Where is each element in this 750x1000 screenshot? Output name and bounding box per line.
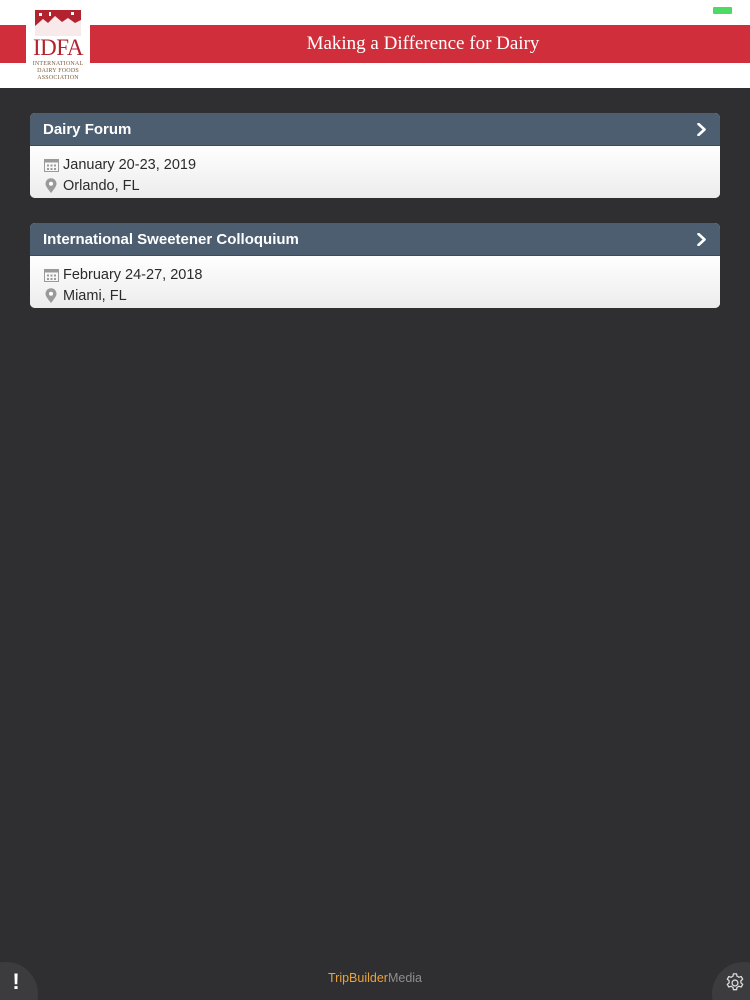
event-date-row: January 20-23, 2019 [43, 154, 720, 175]
event-list: Dairy Forum January 20-23, 2019 Orlando,… [30, 113, 720, 333]
idfa-logo[interactable]: IDFA INTERNATIONAL DAIRY FOODS ASSOCIATI… [26, 6, 90, 82]
event-card[interactable]: International Sweetener Colloquium Febru… [30, 223, 720, 308]
gear-icon[interactable] [724, 972, 746, 994]
logo-line-1: INTERNATIONAL [32, 61, 84, 67]
event-date-row: February 24-27, 2018 [43, 264, 720, 285]
event-title: Dairy Forum [43, 121, 132, 138]
event-location: Miami, FL [63, 287, 127, 304]
event-date: February 24-27, 2018 [63, 266, 203, 283]
event-location-row: Orlando, FL [43, 175, 720, 196]
brand-name-part-2: Media [387, 971, 423, 985]
event-card-header[interactable]: Dairy Forum [30, 113, 720, 146]
event-card[interactable]: Dairy Forum January 20-23, 2019 Orlando,… [30, 113, 720, 198]
logo-line-3: ASSOCIATION [37, 75, 79, 81]
idfa-logo-mark-icon [35, 10, 81, 36]
app-header: Making a Difference for Dairy IDFA INTER… [0, 0, 750, 88]
event-date: January 20-23, 2019 [63, 156, 197, 173]
calendar-icon [44, 158, 59, 172]
event-location: Orlando, FL [63, 177, 140, 194]
exclamation-icon[interactable]: ! [8, 969, 24, 995]
map-pin-icon [45, 177, 57, 193]
battery-indicator [713, 7, 732, 14]
brand-name-part-1: TripBuilder [327, 971, 388, 985]
event-card-body: January 20-23, 2019 Orlando, FL [30, 146, 720, 198]
chevron-right-icon[interactable] [695, 123, 708, 136]
event-card-header[interactable]: International Sweetener Colloquium [30, 223, 720, 256]
event-card-body: February 24-27, 2018 Miami, FL [30, 256, 720, 308]
map-pin-icon [45, 287, 57, 303]
event-location-row: Miami, FL [43, 285, 720, 306]
header-tagline: Making a Difference for Dairy [306, 33, 540, 54]
logo-line-2: DAIRY FOODS [37, 68, 79, 74]
footer-brand: TripBuilderMedia [0, 971, 750, 985]
calendar-icon [44, 268, 59, 282]
chevron-right-icon[interactable] [695, 233, 708, 246]
event-title: International Sweetener Colloquium [43, 231, 299, 248]
logo-abbreviation: IDFA [33, 35, 83, 60]
